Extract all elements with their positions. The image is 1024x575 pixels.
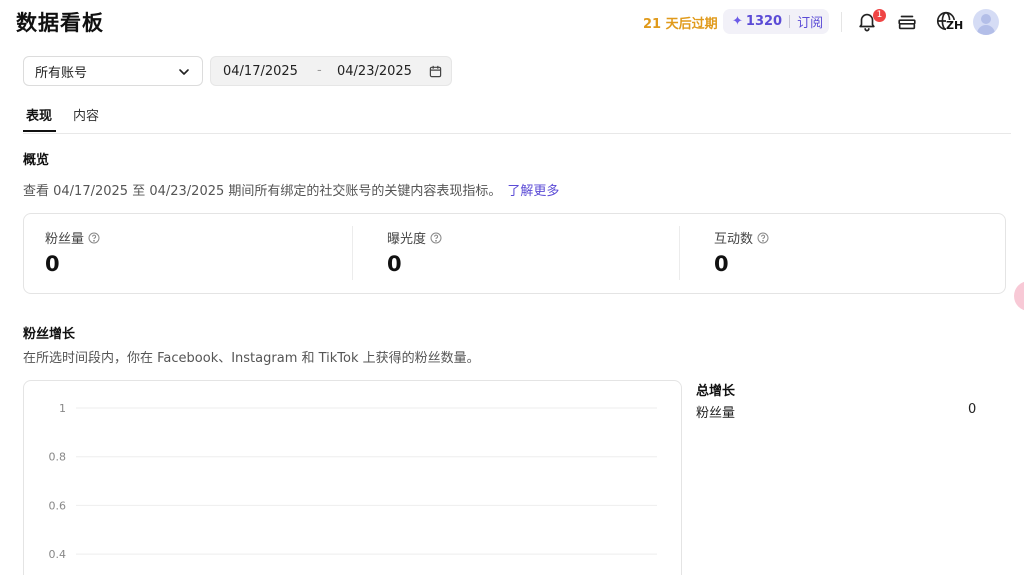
metric-label-row: 互动数 xyxy=(714,228,769,247)
credits-count: 1320 xyxy=(745,14,783,29)
followers-growth-chart-card: 1 0.8 0.6 0.4 xyxy=(23,380,682,575)
tab-performance[interactable]: 表现 xyxy=(26,105,52,124)
metric-label-row: 曝光度 xyxy=(387,228,442,247)
tab-content[interactable]: 内容 xyxy=(73,105,99,124)
metrics-card: 粉丝量 0 曝光度 0 互动数 0 xyxy=(23,213,1006,294)
y-tick-label: 1 xyxy=(59,402,66,415)
metric-value: 0 xyxy=(387,252,402,276)
calendar-icon[interactable] xyxy=(429,65,442,78)
metric-label: 粉丝量 xyxy=(45,232,85,247)
y-tick-label: 0.8 xyxy=(49,451,67,464)
avatar-head xyxy=(981,14,991,24)
notification-badge: 1 xyxy=(873,9,886,22)
active-tab-indicator xyxy=(23,130,56,132)
metric-value: 0 xyxy=(45,252,60,276)
language-label[interactable]: ZH xyxy=(946,20,964,32)
date-range-picker[interactable]: 04/17/2025 - 04/23/2025 xyxy=(210,56,452,86)
trial-expiry-text[interactable]: 21 天后过期 xyxy=(643,13,718,32)
followers-growth-chart: 1 0.8 0.6 0.4 xyxy=(49,402,657,561)
followers-growth-title: 粉丝增长 xyxy=(23,327,76,342)
header-divider xyxy=(841,12,842,32)
account-select-value: 所有账号 xyxy=(35,65,88,81)
subscribe-button[interactable]: 订阅 xyxy=(797,12,823,31)
help-icon[interactable] xyxy=(88,232,100,244)
layers-icon[interactable] xyxy=(896,11,918,33)
metric-label: 互动数 xyxy=(714,232,754,247)
sparkle-icon: ✦ xyxy=(732,14,743,29)
help-icon[interactable] xyxy=(430,232,442,244)
avatar[interactable] xyxy=(973,9,999,35)
followers-growth-description: 在所选时间段内，你在 Facebook、Instagram 和 TikTok 上… xyxy=(23,351,480,366)
metric-label: 曝光度 xyxy=(387,232,427,247)
overview-description-row: 查看 04/17/2025 至 04/23/2025 期间所有绑定的社交账号的关… xyxy=(23,180,559,199)
y-tick-label: 0.6 xyxy=(49,499,67,512)
account-select[interactable]: 所有账号 xyxy=(23,56,203,86)
metric-value: 0 xyxy=(714,252,729,276)
date-end[interactable]: 04/23/2025 xyxy=(337,64,412,79)
help-icon[interactable] xyxy=(757,232,769,244)
learn-more-link[interactable]: 了解更多 xyxy=(507,184,559,199)
date-separator: - xyxy=(317,63,322,78)
metric-divider xyxy=(679,226,680,280)
date-start[interactable]: 04/17/2025 xyxy=(223,64,298,79)
y-tick-label: 0.4 xyxy=(49,548,67,561)
credits-divider xyxy=(789,15,791,28)
avatar-shoulders xyxy=(977,25,995,35)
metric-divider xyxy=(352,226,353,280)
total-growth-row-label: 粉丝量 xyxy=(696,406,736,421)
credits-subscribe-pill[interactable]: ✦ 1320 订阅 xyxy=(723,9,829,34)
overview-description: 查看 04/17/2025 至 04/23/2025 期间所有绑定的社交账号的关… xyxy=(23,184,502,199)
metric-label-row: 粉丝量 xyxy=(45,228,100,247)
total-growth-title: 总增长 xyxy=(696,384,736,399)
chevron-down-icon xyxy=(179,69,189,75)
page-title: 数据看板 xyxy=(16,11,104,35)
total-growth-row-value: 0 xyxy=(968,402,977,417)
floating-assistant-button[interactable] xyxy=(1014,281,1024,311)
overview-title: 概览 xyxy=(23,153,50,168)
tabs-divider xyxy=(23,133,1011,134)
